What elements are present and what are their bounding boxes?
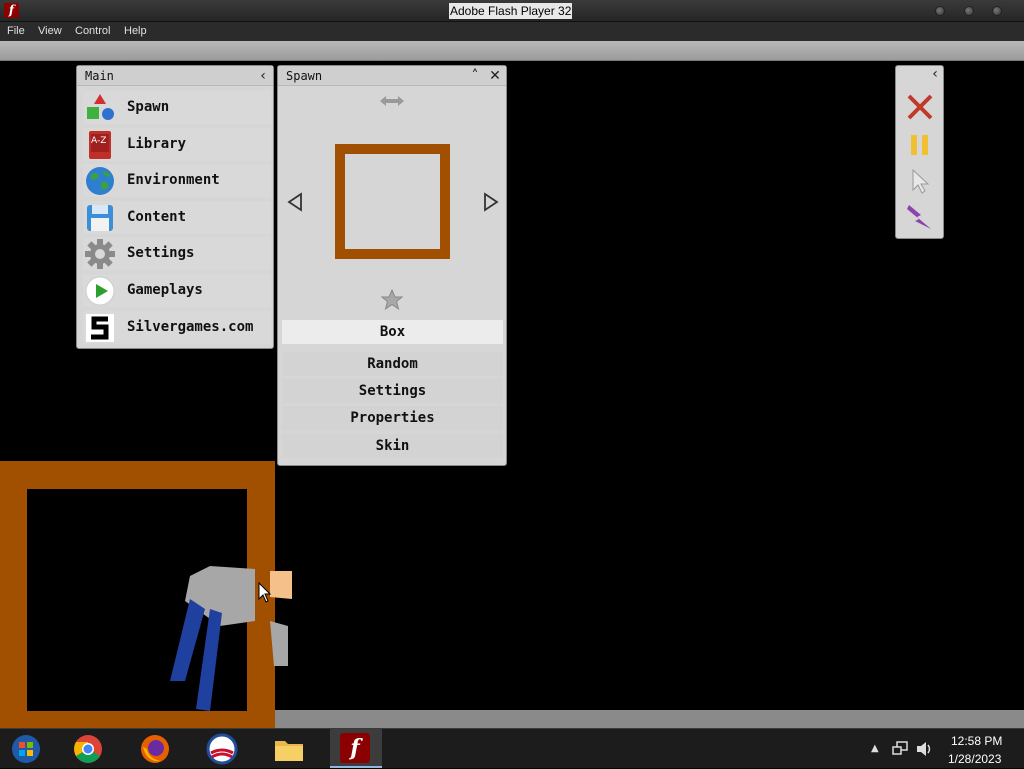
mouse-cursor (258, 582, 272, 603)
main-item-label: Library (127, 136, 187, 152)
spawn-option-skin[interactable]: Skin (282, 434, 503, 458)
main-item-silvergames[interactable]: Silvergames.com (83, 311, 271, 344)
star-icon[interactable] (380, 288, 404, 315)
gear-icon (85, 239, 115, 269)
clock-time[interactable]: 12:58 PM (951, 734, 1002, 748)
main-panel: Main ‹ Spawn A-Z Library Environment Con… (76, 65, 274, 349)
main-item-label: Spawn (127, 99, 170, 115)
main-item-label: Gameplays (127, 282, 203, 298)
pointer-cursor-icon[interactable] (911, 168, 931, 198)
lightning-icon[interactable] (905, 203, 935, 237)
file-explorer-icon[interactable] (273, 733, 305, 765)
main-item-gameplays[interactable]: Gameplays (83, 274, 271, 307)
bottom-strip (275, 710, 1024, 728)
menu-help[interactable]: Help (124, 25, 147, 37)
flash-taskbar-button[interactable]: f (330, 729, 382, 768)
game-stage[interactable]: Main ‹ Spawn A-Z Library Environment Con… (0, 61, 1024, 729)
floppy-disk-icon (85, 203, 115, 233)
close-window-button[interactable] (992, 6, 1002, 16)
tool-panel: ‹ (895, 65, 944, 239)
delete-x-icon[interactable] (906, 93, 934, 125)
window-titlebar: f Adobe Flash Player 32 (0, 0, 1024, 22)
clock-date[interactable]: 1/28/2023 (948, 752, 1001, 766)
collapse-icon[interactable]: ‹ (255, 68, 271, 84)
taskbar: f ▲ 12:58 PM 1/28/2023 (0, 728, 1024, 768)
menu-file[interactable]: File (7, 25, 25, 37)
menu-control[interactable]: Control (75, 25, 110, 37)
show-hidden-icons-icon[interactable]: ▲ (871, 743, 879, 754)
spawn-selected-box[interactable]: Box (282, 320, 503, 344)
play-icon (85, 276, 115, 306)
previous-arrow-icon[interactable] (286, 192, 304, 216)
book-icon: A-Z (85, 130, 115, 160)
window-title: Adobe Flash Player 32 (449, 3, 573, 19)
pause-icon[interactable] (909, 133, 931, 161)
chevron-up-icon[interactable]: ˄ (467, 68, 483, 84)
network-icon[interactable] (892, 741, 908, 761)
next-arrow-icon[interactable] (482, 192, 500, 216)
flash-icon: f (340, 733, 370, 763)
menu-bar: File View Control Help (0, 22, 1024, 41)
spawn-option-settings[interactable]: Settings (282, 379, 503, 403)
main-item-label: Settings (127, 245, 195, 261)
main-item-spawn[interactable]: Spawn (83, 91, 271, 124)
firefox-icon[interactable] (139, 733, 171, 765)
flash-app-icon: f (4, 3, 19, 18)
resize-arrow-icon[interactable] (378, 93, 406, 112)
shapes-icon (85, 93, 115, 123)
main-item-environment[interactable]: Environment (83, 164, 271, 197)
main-panel-title: Main (85, 69, 114, 83)
spawn-panel-header: Spawn ˄ ✕ (278, 66, 506, 86)
main-item-content[interactable]: Content (83, 201, 271, 234)
box-preview (335, 144, 450, 259)
maximize-button[interactable] (964, 6, 974, 16)
main-item-label: Content (127, 209, 187, 225)
volume-icon[interactable] (916, 741, 934, 761)
globe-icon (85, 166, 115, 196)
silvergames-logo-icon (85, 313, 115, 343)
ragdoll-character[interactable] (160, 561, 300, 711)
main-item-label: Environment (127, 172, 220, 188)
spawn-option-random[interactable]: Random (282, 352, 503, 376)
minimize-button[interactable] (935, 6, 945, 16)
main-item-library[interactable]: A-Z Library (83, 128, 271, 161)
start-button[interactable] (10, 733, 42, 765)
main-item-label: Silvergames.com (127, 319, 254, 335)
spawn-panel-title: Spawn (286, 69, 323, 83)
book-icon-text: A-Z (91, 136, 107, 146)
toolbar-strip (0, 41, 1024, 61)
collapse-icon[interactable]: ‹ (927, 66, 943, 82)
main-item-settings[interactable]: Settings (83, 237, 271, 270)
obama-logo-icon[interactable] (206, 733, 238, 765)
spawn-panel: Spawn ˄ ✕ Box Random Settings Properties… (277, 65, 507, 466)
main-panel-header: Main ‹ (77, 66, 273, 86)
close-icon[interactable]: ✕ (487, 68, 503, 84)
spawn-option-properties[interactable]: Properties (282, 406, 503, 430)
menu-view[interactable]: View (38, 25, 62, 37)
chrome-icon[interactable] (72, 733, 104, 765)
